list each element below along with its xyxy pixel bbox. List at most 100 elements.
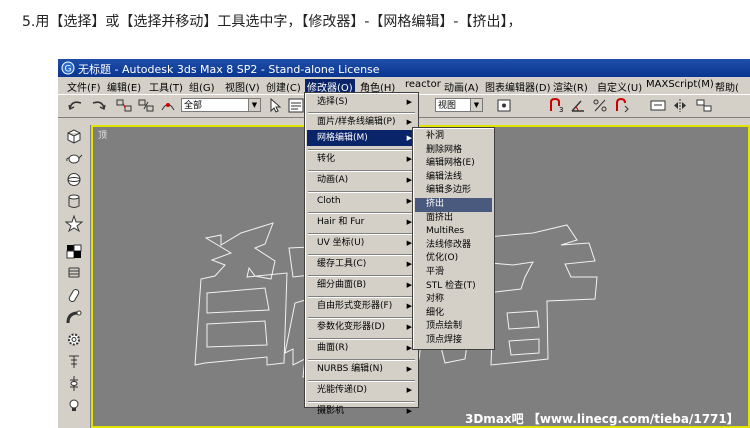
mirror-icon[interactable]: [671, 97, 689, 114]
menu-views[interactable]: 视图(V): [223, 79, 262, 94]
menu-item-uv-coordinates[interactable]: UV 坐标(U) ▶: [307, 235, 416, 251]
submenu-item-vertex-weld[interactable]: 顶点焊接: [415, 334, 492, 348]
spring-icon[interactable]: [65, 265, 83, 282]
submenu-item-face-extrude[interactable]: 面挤出: [415, 212, 492, 226]
menu-file[interactable]: 文件(F): [65, 79, 103, 94]
menu-item-conversion[interactable]: 转化 ▶: [307, 151, 416, 167]
teapot-icon[interactable]: [65, 149, 83, 166]
menu-item-label: 面片/样条线编辑(P): [317, 117, 396, 127]
menu-edit[interactable]: 编辑(E): [105, 79, 143, 94]
percent-snap-icon[interactable]: [591, 97, 609, 114]
menu-item-parametric-deformers[interactable]: 参数化变形器(D) ▶: [307, 319, 416, 335]
submenu-arrow-icon: ▶: [406, 365, 412, 373]
selection-filter-value: 全部: [184, 101, 203, 111]
selection-filter-combo[interactable]: 全部 ▼: [181, 98, 261, 112]
menu-item-label: 缓存工具(C): [317, 259, 367, 269]
menu-item-hair-fur[interactable]: Hair 和 Fur ▶: [307, 214, 416, 230]
submenu-item-multires[interactable]: MultiRes: [415, 225, 492, 239]
menu-item-label: 参数化变形器(D): [317, 322, 385, 332]
menu-item-selection[interactable]: 选择(S) ▶: [307, 94, 416, 110]
menu-item-label: Hair 和 Fur: [317, 217, 365, 227]
menu-item-label: 动画(A): [317, 175, 349, 185]
menu-rendering[interactable]: 渲染(R): [551, 79, 590, 94]
menu-item-subdivision-surfaces[interactable]: 细分曲面(B) ▶: [307, 277, 416, 293]
gear-icon[interactable]: [65, 331, 83, 348]
window-title: 无标题 - Autodesk 3ds Max 8 SP2 - Stand-alo…: [78, 63, 380, 76]
snap-3d-icon[interactable]: 3: [547, 97, 565, 114]
menu-item-cloth[interactable]: Cloth ▶: [307, 193, 416, 209]
box-icon[interactable]: [65, 127, 83, 144]
menu-item-label: NURBS 编辑(N): [317, 364, 383, 374]
menu-help[interactable]: 帮助(: [713, 79, 741, 94]
menu-item-label: 转化: [317, 154, 336, 164]
submenu-arrow-icon: ▶: [406, 386, 412, 394]
svg-text:G: G: [65, 65, 72, 75]
unlink-icon[interactable]: [137, 97, 155, 114]
submenu-item-stl-check[interactable]: STL 检查(T): [415, 280, 492, 294]
menu-item-label: 光能传递(D): [317, 385, 367, 395]
submenu-item-optimize[interactable]: 优化(O): [415, 252, 492, 266]
instruction-caption: 5.用【选择】或【选择并移动】工具选中字，【修改器】-【网格编辑】-【挤出】，: [22, 14, 522, 30]
pivot-icon[interactable]: [495, 97, 513, 114]
submenu-arrow-icon: ▶: [406, 98, 412, 106]
menu-item-patch-spline-editing[interactable]: 面片/样条线编辑(P) ▶: [307, 114, 416, 130]
sphere-icon[interactable]: [65, 171, 83, 188]
undo-icon[interactable]: [67, 97, 85, 114]
cylinder-icon[interactable]: [65, 193, 83, 210]
menu-customize[interactable]: 自定义(U): [595, 79, 644, 94]
submenu-item-symmetry[interactable]: 对称: [415, 293, 492, 307]
spindle-icon[interactable]: [65, 375, 83, 392]
menu-item-cache-tools[interactable]: 缓存工具(C) ▶: [307, 256, 416, 272]
redo-icon[interactable]: [89, 97, 107, 114]
link-icon[interactable]: [115, 97, 133, 114]
menu-item-animation[interactable]: 动画(A) ▶: [307, 172, 416, 188]
star-icon[interactable]: [65, 215, 83, 232]
submenu-item-normal-modifier[interactable]: 法线修改器: [415, 239, 492, 253]
menu-create[interactable]: 创建(C): [264, 79, 303, 94]
menu-graph-editors[interactable]: 图表编辑器(D): [483, 79, 553, 94]
light-icon[interactable]: [65, 397, 83, 414]
reference-coord-combo[interactable]: 视图 ▼: [435, 98, 483, 112]
mesh-editing-submenu: 补洞 删除网格 编辑网格(E) 编辑法线 编辑多边形 挤出 面挤出 MultiR…: [412, 127, 495, 350]
menu-tools[interactable]: 工具(T): [147, 79, 185, 94]
reference-coord-value: 视图: [438, 101, 457, 111]
menu-item-surface[interactable]: 曲面(R) ▶: [307, 340, 416, 356]
align-icon[interactable]: [695, 97, 713, 114]
bind-space-warp-icon[interactable]: [159, 97, 177, 114]
submenu-item-extrude[interactable]: 挤出: [415, 198, 492, 212]
chevron-down-icon: ▼: [470, 99, 482, 111]
modifiers-dropdown: 选择(S) ▶ 面片/样条线编辑(P) ▶ 网格编辑(M) ▶ 转化 ▶ 动画(A) ▶ …: [304, 92, 419, 416]
submenu-item-edit-normals[interactable]: 编辑法线: [415, 171, 492, 185]
menu-item-camera[interactable]: 摄影机 ▶: [307, 403, 416, 419]
menu-reactor[interactable]: reactor: [403, 79, 443, 90]
angle-snap-icon[interactable]: [569, 97, 587, 114]
select-by-name-icon[interactable]: [287, 97, 305, 114]
menu-item-nurbs-editing[interactable]: NURBS 编辑(N) ▶: [307, 361, 416, 377]
hose-icon[interactable]: [65, 309, 83, 326]
bolt-icon[interactable]: [65, 353, 83, 370]
menu-animation[interactable]: 动画(A): [442, 79, 481, 94]
menu-item-free-form-deformers[interactable]: 自由形式变形器(F) ▶: [307, 298, 416, 314]
submenu-item-cap-holes[interactable]: 补洞: [415, 130, 492, 144]
menu-item-mesh-editing[interactable]: 网格编辑(M) ▶: [307, 130, 416, 146]
menu-item-label: Cloth: [317, 196, 341, 206]
menu-item-label: 选择(S): [317, 97, 348, 107]
submenu-item-tessellate[interactable]: 细化: [415, 307, 492, 321]
svg-text:3: 3: [559, 106, 563, 114]
submenu-item-delete-mesh[interactable]: 删除网格: [415, 144, 492, 158]
app-window: G 无标题 - Autodesk 3ds Max 8 SP2 - Stand-a…: [58, 59, 750, 428]
submenu-item-vertex-paint[interactable]: 顶点绘制: [415, 320, 492, 334]
menu-maxscript[interactable]: MAXScript(M): [644, 79, 716, 90]
submenu-item-edit-poly[interactable]: 编辑多边形: [415, 184, 492, 198]
spinner-snap-icon[interactable]: [613, 97, 631, 114]
named-selection-icon[interactable]: [649, 97, 667, 114]
checker-icon[interactable]: [65, 243, 83, 260]
menu-item-radiosity[interactable]: 光能传递(D) ▶: [307, 382, 416, 398]
submenu-item-smooth[interactable]: 平滑: [415, 266, 492, 280]
chevron-down-icon: ▼: [248, 99, 260, 111]
select-object-icon[interactable]: [266, 97, 284, 114]
capsule-icon[interactable]: [65, 287, 83, 304]
submenu-arrow-icon: ▶: [406, 407, 412, 415]
menu-group[interactable]: 组(G): [187, 79, 217, 94]
submenu-item-edit-mesh[interactable]: 编辑网格(E): [415, 157, 492, 171]
